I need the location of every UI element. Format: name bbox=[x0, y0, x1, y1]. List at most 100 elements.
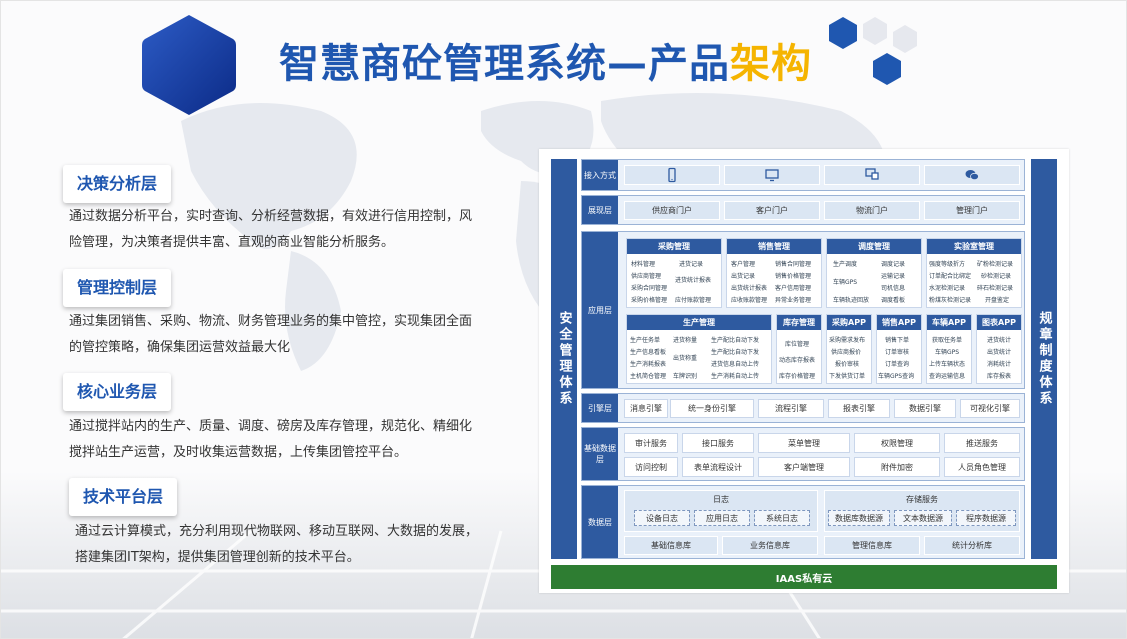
module-item: 进货记录 bbox=[679, 261, 704, 268]
module-item: 消耗统计 bbox=[987, 361, 1012, 368]
architecture-diagram: 安全管理体系 规章制度体系 接入方式 展现层 供应商门户 客户门户 物流门户 管… bbox=[539, 149, 1069, 593]
module-item: 生产配比自动下发 bbox=[711, 337, 760, 344]
management-portal: 管理门户 bbox=[924, 201, 1020, 220]
database-source: 数据库数据源 bbox=[828, 510, 890, 526]
display-label: 展现层 bbox=[582, 196, 618, 224]
basic-info-db: 基础信息库 bbox=[624, 536, 718, 555]
attachment-encryption: 附件加密 bbox=[854, 457, 940, 477]
module-item: 调度看板 bbox=[881, 297, 906, 304]
module-dispatch: 调度管理 生产调度 调度记录 运输记录 车辆GPS 司机信息 车辆轨迹回放 调度… bbox=[826, 238, 922, 308]
module-item: 生产调度 bbox=[833, 261, 858, 268]
module-item: 上传车辆状态 bbox=[929, 361, 966, 368]
module-item: 生产消耗自动上传 bbox=[711, 373, 760, 380]
module-vehicle-app-title: 车辆APP bbox=[927, 315, 971, 330]
layer-desc-decision: 通过数据分析平台，实时查询、分析经营数据，有效进行信用控制，风险管理，为决策者提… bbox=[69, 209, 473, 250]
module-item: 车牌识别 bbox=[673, 373, 698, 380]
module-production-title: 生产管理 bbox=[627, 315, 771, 330]
module-procurement: 采购管理 材料管理 进货记录 供应商管理 进货统计报表 采购合同管理 采购价格管… bbox=[626, 238, 722, 308]
application-log: 应用日志 bbox=[694, 510, 750, 526]
module-item: 生产配比自动下发 bbox=[711, 349, 760, 356]
desktop-icon bbox=[824, 165, 920, 185]
phone-icon bbox=[624, 165, 720, 185]
module-item: 车辆GPS bbox=[935, 349, 960, 356]
module-item: 运输记录 bbox=[881, 273, 906, 280]
data-engine: 数据引擎 bbox=[894, 399, 956, 418]
engine-row: 引擎层 消息引擎 统一身份引擎 流程引擎 报表引擎 数据引擎 可视化引擎 bbox=[581, 393, 1025, 423]
module-item: 订单配合比绑定 bbox=[929, 273, 972, 280]
interface-service: 接口服务 bbox=[682, 433, 754, 453]
module-inventory: 库存管理 库位管理 动态库存报表 库存价格管理 bbox=[776, 314, 822, 384]
display-row: 展现层 供应商门户 客户门户 物流门户 管理门户 bbox=[581, 195, 1025, 225]
layer-desc-core: 通过搅拌站内的生产、质量、调度、磅房及库存管理，规范化、精细化搅拌站生产运营，及… bbox=[69, 419, 473, 460]
iaas-private-cloud-bar: IAAS私有云 bbox=[551, 565, 1057, 589]
module-item: 碎石检测记录 bbox=[977, 285, 1014, 292]
module-item: 应收账款管理 bbox=[731, 297, 768, 304]
module-item: 生产任务单 bbox=[630, 337, 661, 344]
layer-label-core: 核心业务层 bbox=[63, 373, 172, 411]
audit-service: 审计服务 bbox=[624, 433, 678, 453]
module-item: 库存价格管理 bbox=[779, 373, 816, 380]
module-item: 进货称量 bbox=[673, 337, 698, 344]
data-row: 数据层 日志 设备日志 应用日志 系统日志 存储服务 数据库数据源 文本数据源 … bbox=[581, 485, 1025, 559]
module-chart-app: 图表APP 进货统计 出货统计 消耗统计 库存报表 bbox=[976, 314, 1022, 384]
layer-label-tech: 技术平台层 bbox=[69, 478, 178, 516]
layer-desc-control: 通过集团销售、采购、物流、财务管理业务的集中管控，实现集团全面的管控策略，确保集… bbox=[69, 314, 473, 355]
access-control: 访问控制 bbox=[624, 457, 678, 477]
module-laboratory: 实验室管理 强度等级折方 矿粉检测记录 订单配合比绑定 砂检测记录 水泥检测记录… bbox=[926, 238, 1022, 308]
report-engine: 报表引擎 bbox=[828, 399, 890, 418]
layer-label-decision: 决策分析层 bbox=[63, 165, 172, 203]
data-label: 数据层 bbox=[582, 486, 618, 558]
customer-portal: 客户门户 bbox=[724, 201, 820, 220]
log-title: 日志 bbox=[713, 495, 729, 504]
module-item: 库位管理 bbox=[785, 341, 810, 348]
module-procurement-app-title: 采购APP bbox=[827, 315, 871, 330]
permission-management: 权限管理 bbox=[854, 433, 940, 453]
message-engine: 消息引擎 bbox=[624, 399, 668, 418]
module-item: 供应商报价 bbox=[831, 349, 862, 356]
module-item: 出货统计报表 bbox=[731, 285, 768, 292]
module-item: 下发供货订单 bbox=[829, 373, 866, 380]
base-data-label: 基础数据层 bbox=[582, 428, 618, 480]
storage-title: 存储服务 bbox=[906, 495, 938, 504]
layer-label-control: 管理控制层 bbox=[63, 269, 172, 307]
process-engine: 流程引擎 bbox=[758, 399, 824, 418]
module-inventory-title: 库存管理 bbox=[777, 315, 821, 330]
security-management-bar: 安全管理体系 bbox=[551, 159, 577, 559]
module-item: 供应商管理 bbox=[631, 273, 662, 280]
module-item: 强度等级折方 bbox=[929, 261, 966, 268]
program-source: 程序数据源 bbox=[956, 510, 1016, 526]
module-chart-app-title: 图表APP bbox=[977, 315, 1021, 330]
slide: 智慧商砼管理系统—产品架构 决策分析层 通过数据分析平台，实时查询、分析经营数据… bbox=[0, 0, 1127, 639]
page-title: 智慧商砼管理系统—产品架构 bbox=[279, 31, 812, 89]
regulation-system-bar: 规章制度体系 bbox=[1031, 159, 1057, 559]
visualization-engine: 可视化引擎 bbox=[960, 399, 1020, 418]
module-sales-title: 销售管理 bbox=[727, 239, 821, 254]
module-item: 生产信息看板 bbox=[630, 349, 667, 356]
module-sales: 销售管理 客户管理 销售合同管理 出货记录 销售价格管理 出货统计报表 客户信用… bbox=[726, 238, 822, 308]
module-item: 销售合同管理 bbox=[775, 261, 812, 268]
title-accent: 架构 bbox=[730, 41, 812, 87]
text-source: 文本数据源 bbox=[894, 510, 952, 526]
module-item: 车辆轨迹回放 bbox=[833, 297, 870, 304]
supplier-portal: 供应商门户 bbox=[624, 201, 720, 220]
module-sales-app-title: 销售APP bbox=[877, 315, 921, 330]
menu-management: 菜单管理 bbox=[758, 433, 850, 453]
statistics-db: 统计分析库 bbox=[924, 536, 1020, 555]
module-item: 材料管理 bbox=[631, 261, 656, 268]
system-log: 系统日志 bbox=[754, 510, 810, 526]
layer-desc-tech: 通过云计算模式，充分利用现代物联网、移动互联网、大数据的发展，搭建集团IT架构，… bbox=[75, 524, 479, 565]
module-item: 订单审核 bbox=[885, 349, 910, 356]
device-log: 设备日志 bbox=[634, 510, 690, 526]
module-item: 查询运输信息 bbox=[929, 373, 966, 380]
form-process-design: 表单流程设计 bbox=[682, 457, 754, 477]
application-row: 应用层 采购管理 材料管理 进货记录 供应商管理 进货统计报表 采购合同管理 采… bbox=[581, 231, 1025, 389]
module-sales-app: 销售APP 销售下单 订单审核 订单查询 车辆GPS查询 bbox=[876, 314, 922, 384]
module-item: 司机信息 bbox=[881, 285, 906, 292]
module-item: 采购合同管理 bbox=[631, 285, 668, 292]
module-item: 客户信用管理 bbox=[775, 285, 812, 292]
application-label: 应用层 bbox=[582, 232, 618, 388]
module-item: 主机简仓管理 bbox=[630, 373, 667, 380]
module-item: 动态库存报表 bbox=[779, 357, 816, 364]
module-vehicle-app: 车辆APP 获取任务单 车辆GPS 上传车辆状态 查询运输信息 bbox=[926, 314, 972, 384]
business-info-db: 业务信息库 bbox=[722, 536, 818, 555]
